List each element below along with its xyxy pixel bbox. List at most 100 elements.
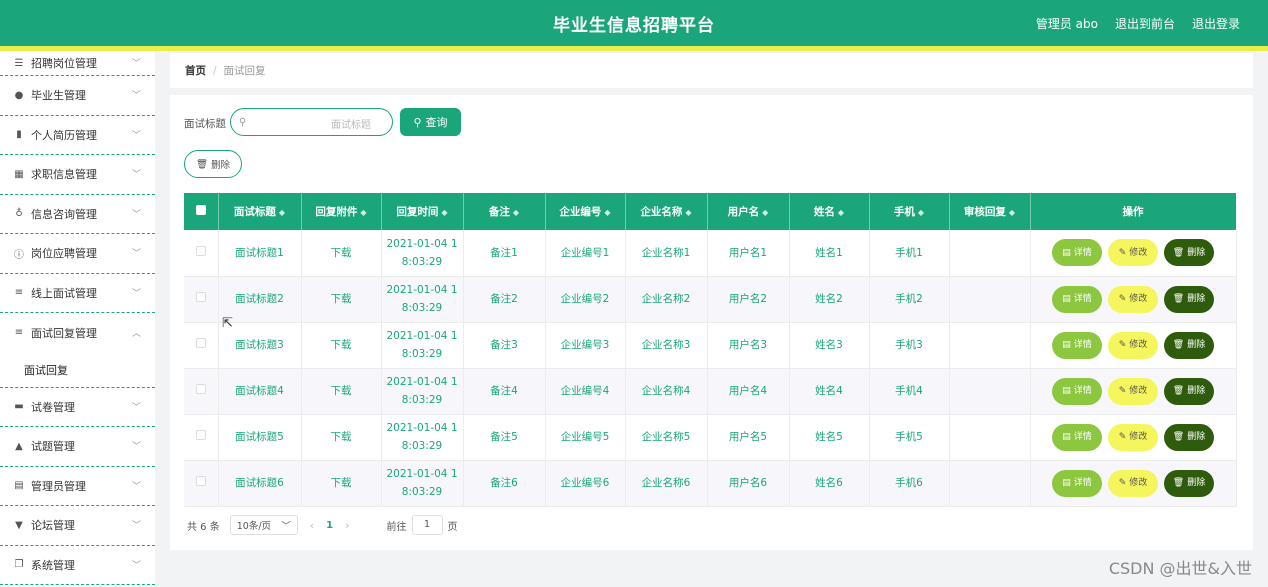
grid-icon: ▦ xyxy=(14,168,24,180)
sort-icon: ◆ xyxy=(685,208,692,217)
col-header[interactable]: 备注 ◆ xyxy=(463,193,546,230)
to-front-link[interactable]: 退出到前台 xyxy=(1115,15,1175,32)
total-count: 共 6 条 xyxy=(187,521,220,533)
edit-button[interactable]: ✎ 修改 xyxy=(1108,423,1158,451)
sidebar-item-papers[interactable]: ▬ 试卷管理 ﹀ xyxy=(0,388,155,427)
col-header[interactable]: 回复时间 ◆ xyxy=(381,193,464,230)
sidebar-item-label: 毕业生管理 xyxy=(31,89,86,103)
logout-link[interactable]: 退出登录 xyxy=(1192,15,1240,32)
top-header: 毕业生信息招聘平台 管理员 abo 退出到前台 退出登录 xyxy=(0,0,1268,46)
next-page-button[interactable]: › xyxy=(345,519,349,532)
col-header: 操作 xyxy=(1030,193,1237,230)
cell-username: 用户名1 xyxy=(707,230,790,277)
sidebar-item-label: 论坛管理 xyxy=(31,519,75,533)
edit-button[interactable]: ✎ 修改 xyxy=(1108,469,1158,497)
row-checkbox[interactable] xyxy=(184,276,219,323)
download-link[interactable]: 下载 xyxy=(301,322,382,369)
sidebar-item-graduates[interactable]: ● 毕业生管理 ﹀ xyxy=(0,76,155,116)
sidebar-item-questions[interactable]: ▲ 试题管理 ﹀ xyxy=(0,427,155,467)
sidebar-item-applications[interactable]: ⓘ 岗位应聘管理 ﹀ xyxy=(0,234,155,274)
batch-delete-button[interactable]: 🗑 删除 xyxy=(184,150,242,178)
download-link[interactable]: 下载 xyxy=(301,460,382,507)
col-header[interactable]: 企业编号 ◆ xyxy=(545,193,626,230)
delete-button[interactable]: 🗑 删除 xyxy=(1164,469,1214,497)
trash-icon: 🗑 xyxy=(1172,478,1185,488)
sidebar-item-label: 试题管理 xyxy=(31,440,75,454)
delete-button[interactable]: 🗑 删除 xyxy=(1164,377,1214,405)
prev-page-button[interactable]: ‹ xyxy=(310,519,314,532)
breadcrumb-home[interactable]: 首页 xyxy=(185,63,206,78)
delete-button[interactable]: 🗑 删除 xyxy=(1164,239,1214,267)
doc-icon: ▤ xyxy=(1062,294,1071,304)
goto-page-input[interactable]: 1 xyxy=(411,515,443,535)
page-number[interactable]: 1 xyxy=(326,520,333,531)
col-header[interactable]: 姓名 ◆ xyxy=(789,193,870,230)
row-checkbox[interactable] xyxy=(184,322,219,369)
download-link[interactable]: 下载 xyxy=(301,276,382,323)
col-header[interactable]: 审核回复 ◆ xyxy=(949,193,1031,230)
download-link[interactable]: 下载 xyxy=(301,230,382,277)
download-link[interactable]: 下载 xyxy=(301,414,382,461)
delete-button[interactable]: 🗑 删除 xyxy=(1164,285,1214,313)
col-header[interactable]: 用户名 ◆ xyxy=(707,193,790,230)
detail-button[interactable]: ▤ 详情 xyxy=(1052,377,1102,405)
sidebar-item-interview-reply[interactable]: ≡ 面试回复管理 ︿ xyxy=(0,313,155,353)
detail-button[interactable]: ▤ 详情 xyxy=(1052,239,1102,267)
detail-button[interactable]: ▤ 详情 xyxy=(1052,331,1102,359)
chevron-down-icon: ﹀ xyxy=(131,170,141,181)
col-header[interactable]: 企业名称 ◆ xyxy=(625,193,708,230)
detail-button[interactable]: ▤ 详情 xyxy=(1052,469,1102,497)
cell-username: 用户名6 xyxy=(707,460,790,507)
doc-icon: ▤ xyxy=(1062,432,1071,442)
row-checkbox[interactable] xyxy=(184,230,219,277)
col-header[interactable]: 面试标题 ◆ xyxy=(218,193,302,230)
edit-button[interactable]: ✎ 修改 xyxy=(1108,285,1158,313)
sidebar-item-job-seeking[interactable]: ▦ 求职信息管理 ﹀ xyxy=(0,155,155,195)
search-input[interactable]: ⚲ 面试标题 xyxy=(230,108,393,136)
cell-phone: 手机2 xyxy=(869,276,950,323)
sort-icon: ◆ xyxy=(278,208,286,217)
search-button-label: 查询 xyxy=(425,116,448,129)
page-size-select[interactable]: 10条/页 ﹀ xyxy=(229,515,298,535)
col-header[interactable]: 回复附件 ◆ xyxy=(301,193,382,230)
cell-review xyxy=(949,322,1031,369)
row-checkbox[interactable] xyxy=(184,460,219,507)
sidebar-item-job-posts[interactable]: ☰ 招聘岗位管理 ﹀ xyxy=(0,51,155,76)
detail-button[interactable]: ▤ 详情 xyxy=(1052,285,1102,313)
sidebar-item-label: 求职信息管理 xyxy=(31,168,97,182)
sort-icon: ◆ xyxy=(604,208,611,217)
table-row: 面试标题4 下载 2021-01-04 1 8:03:29 备注4 企业编号4 企业名称4 用… xyxy=(184,368,1237,415)
sidebar-subitem-interview-reply[interactable]: 面试回复 xyxy=(0,353,155,388)
sort-icon: ◆ xyxy=(441,208,448,217)
edit-button[interactable]: ✎ 修改 xyxy=(1108,239,1158,267)
download-link[interactable]: 下载 xyxy=(301,368,382,415)
pencil-icon: ✎ xyxy=(1118,386,1127,396)
delete-button[interactable]: 🗑 删除 xyxy=(1164,423,1214,451)
edit-button[interactable]: ✎ 修改 xyxy=(1108,377,1158,405)
detail-button[interactable]: ▤ 详情 xyxy=(1052,423,1102,451)
col-header[interactable]: 手机 ◆ xyxy=(869,193,950,230)
select-all-checkbox[interactable] xyxy=(184,193,219,230)
cell-company-id: 企业编号5 xyxy=(545,414,626,461)
delete-button[interactable]: 🗑 删除 xyxy=(1164,331,1214,359)
cell-actions: ▤ 详情 ✎ 修改 🗑 删除 xyxy=(1030,460,1237,507)
search-button[interactable]: ⚲ 查询 xyxy=(400,108,461,136)
sidebar-item-online-interview[interactable]: ≡ 线上面试管理 ﹀ xyxy=(0,274,155,313)
sidebar-item-forum[interactable]: ▼ 论坛管理 ﹀ xyxy=(0,506,155,546)
chevron-down-icon: ﹀ xyxy=(281,521,291,532)
sidebar-item-consulting[interactable]: ♁ 信息咨询管理 ﹀ xyxy=(0,195,155,234)
clipboard-icon: ▤ xyxy=(14,480,24,492)
edit-button[interactable]: ✎ 修改 xyxy=(1108,331,1158,359)
breadcrumb-separator: / xyxy=(213,64,217,77)
sidebar-item-system[interactable]: ❐ 系统管理 ﹀ xyxy=(0,546,155,585)
cell-company-name: 企业名称3 xyxy=(625,322,708,369)
sidebar-item-label: 信息咨询管理 xyxy=(31,207,97,221)
sidebar-item-admins[interactable]: ▤ 管理员管理 ﹀ xyxy=(0,467,155,506)
trash-icon: 🗑 xyxy=(1172,247,1185,258)
sidebar-item-resumes[interactable]: ▮ 个人简历管理 ﹀ xyxy=(0,116,155,155)
trash-icon: 🗑 xyxy=(1172,294,1185,304)
row-checkbox[interactable] xyxy=(184,414,219,461)
cell-name: 姓名6 xyxy=(789,460,870,507)
info-icon: ⓘ xyxy=(14,249,24,261)
row-checkbox[interactable] xyxy=(184,368,219,415)
